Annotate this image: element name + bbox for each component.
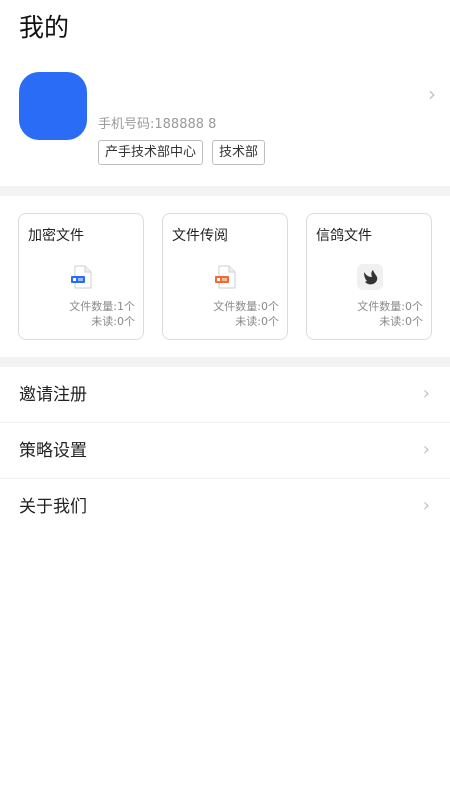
department-tag: 产手技术部中心 <box>98 140 204 165</box>
phone-number: 手机号码:188888 8 <box>98 117 217 132</box>
menu-item-label: 关于我们 <box>19 497 87 517</box>
department-tag: 技术部 <box>212 140 266 165</box>
department-tags: 产手技术部中心 技术部 <box>98 140 266 165</box>
menu-item-label: 邀请注册 <box>19 385 87 405</box>
section-divider <box>0 357 450 367</box>
circulate-file-icon <box>215 265 236 289</box>
menu-item-label: 策略设置 <box>19 441 87 461</box>
settings-menu: 邀请注册 › 策略设置 › 关于我们 › <box>0 367 450 535</box>
chevron-right-icon: › <box>428 82 436 106</box>
avatar[interactable] <box>19 72 87 140</box>
page-title: 我的 <box>19 13 70 42</box>
card-title: 信鸽文件 <box>316 228 372 244</box>
menu-item-policy-settings[interactable]: 策略设置 › <box>0 423 450 479</box>
profile-section[interactable]: 手机号码:188888 8 产手技术部中心 技术部 › <box>0 60 450 180</box>
card-pigeon-files[interactable]: 信鸽文件 文件数量:0个 未读:0个 <box>306 213 432 340</box>
card-file-circulation[interactable]: 文件传阅 文件数量:0个 未读:0个 <box>162 213 288 340</box>
card-stats: 文件数量:0个 未读:0个 <box>213 299 279 329</box>
section-divider <box>0 186 450 196</box>
card-stats: 文件数量:1个 未读:0个 <box>69 299 135 329</box>
menu-item-invite-register[interactable]: 邀请注册 › <box>0 367 450 423</box>
unread-count: 未读:0个 <box>235 315 279 328</box>
pigeon-icon <box>357 264 383 290</box>
unread-count: 未读:0个 <box>379 315 423 328</box>
encrypted-file-icon <box>71 265 92 289</box>
file-count: 文件数量:1个 <box>69 300 135 313</box>
file-cards: 加密文件 文件数量:1个 未读:0个 文件传阅 文件数量:0个 未读:0个 信鸽… <box>18 213 432 340</box>
chevron-right-icon: › <box>422 439 430 460</box>
chevron-right-icon: › <box>422 383 430 404</box>
card-title: 加密文件 <box>28 228 84 244</box>
chevron-right-icon: › <box>422 495 430 516</box>
card-stats: 文件数量:0个 未读:0个 <box>357 299 423 329</box>
file-count: 文件数量:0个 <box>357 300 423 313</box>
menu-item-about-us[interactable]: 关于我们 › <box>0 479 450 535</box>
card-title: 文件传阅 <box>172 228 228 244</box>
unread-count: 未读:0个 <box>91 315 135 328</box>
card-encrypted-files[interactable]: 加密文件 文件数量:1个 未读:0个 <box>18 213 144 340</box>
file-count: 文件数量:0个 <box>213 300 279 313</box>
